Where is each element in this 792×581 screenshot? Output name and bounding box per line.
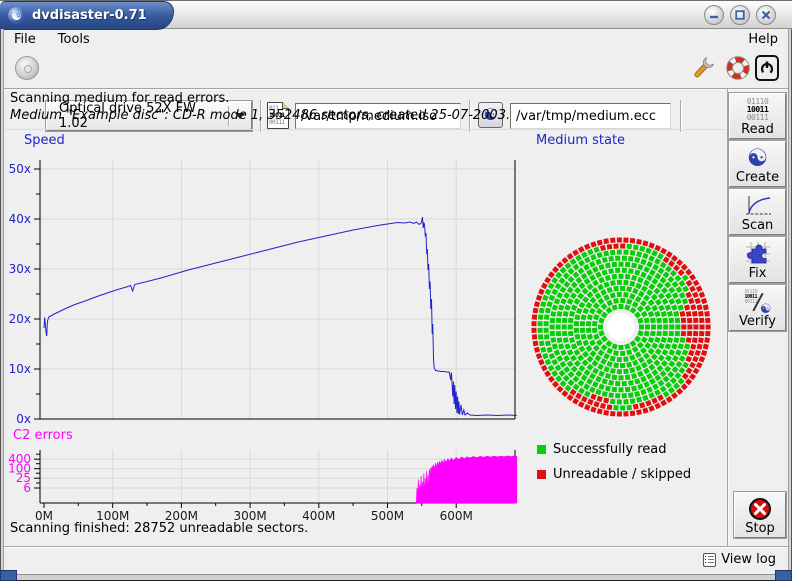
status-line-1: Scanning medium for read errors. [10, 91, 229, 106]
toolbar-separator [680, 100, 681, 132]
legend-label-good: Successfully read [553, 442, 666, 457]
svg-text:40x: 40x [9, 212, 31, 226]
speed-and-c2-charts: 0x10x20x30x40x50x6251004000M100M200M300M… [0, 130, 530, 530]
window-frame-bottom [0, 574, 792, 581]
bottom-statusbar: View log [4, 546, 788, 573]
help-button[interactable] [723, 53, 753, 83]
legend-swatch-bad [537, 470, 546, 479]
read-label: Read [741, 122, 774, 137]
close-button[interactable] [756, 5, 776, 25]
toolbar: Optical drive 52X FW 1.02 011 10011 0011… [4, 48, 788, 89]
scan-icon [744, 194, 772, 218]
wrench-icon [690, 54, 716, 82]
log-list-icon [703, 553, 716, 567]
window-corner-left [0, 570, 17, 581]
menu-help[interactable]: Help [746, 31, 780, 48]
lifebuoy-icon [725, 55, 751, 81]
minimize-button[interactable] [704, 5, 724, 25]
menu-file[interactable]: File [12, 31, 38, 48]
disc-legend: Successfully read Unreadable / skipped [537, 441, 691, 482]
quit-button[interactable] [754, 53, 780, 83]
verify-button[interactable]: 01110 10011 00111 ☯ Verify [729, 285, 786, 331]
drive-icon-button[interactable] [12, 53, 42, 83]
app-window: ☯ dvdisaster-0.71 File Tools Help Optica… [0, 0, 792, 581]
svg-text:20x: 20x [9, 312, 31, 326]
legend-label-bad: Unreadable / skipped [553, 467, 691, 482]
stop-label: Stop [745, 521, 775, 536]
read-button[interactable]: 01110 10011 00111 Read [729, 93, 786, 139]
window-title: dvdisaster-0.71 [32, 8, 147, 23]
sidebar-separator [727, 89, 728, 546]
maximize-button[interactable] [730, 5, 750, 25]
fix-label: Fix [749, 266, 767, 281]
menu-tools[interactable]: Tools [56, 31, 92, 48]
scan-label: Scan [742, 218, 774, 233]
menubar: File Tools Help [4, 30, 788, 48]
svg-text:50x: 50x [9, 162, 31, 176]
svg-text:30x: 30x [9, 262, 31, 276]
svg-text:400: 400 [8, 452, 31, 466]
stop-icon [748, 497, 772, 521]
titlebar-tab: ☯ dvdisaster-0.71 [0, 1, 174, 30]
medium-state-disc [520, 150, 730, 440]
view-log-button[interactable]: View log [703, 552, 776, 567]
verify-icon: 01110 10011 00111 ☯ [745, 290, 771, 314]
ecc-path-input[interactable] [510, 103, 671, 129]
create-icon: ☯ [747, 146, 769, 170]
view-log-label: View log [721, 552, 776, 567]
window-frame-left [0, 29, 4, 574]
legend-swatch-good [537, 445, 546, 454]
svg-text:500M: 500M [371, 509, 404, 523]
window-frame-right [788, 29, 792, 574]
yinyang-icon: ☯ [760, 303, 772, 316]
fix-icon [744, 240, 772, 266]
svg-text:0x: 0x [16, 412, 31, 426]
scan-button[interactable]: Scan [729, 189, 786, 235]
titlebar: ☯ dvdisaster-0.71 [0, 0, 792, 29]
create-label: Create [736, 170, 779, 185]
legend-item-good: Successfully read [537, 441, 691, 457]
svg-text:600M: 600M [440, 509, 473, 523]
status-line-2: Medium "Example disc": CD-R mode 1, 3524… [10, 108, 510, 123]
legend-item-bad: Unreadable / skipped [537, 466, 691, 482]
fix-button[interactable]: Fix [729, 237, 786, 283]
optical-disc-icon [15, 56, 39, 80]
svg-text:10x: 10x [9, 362, 31, 376]
app-icon: ☯ [8, 7, 25, 24]
medium-state-title: Medium state [536, 133, 625, 148]
read-icon: 01110 10011 00111 [747, 98, 769, 122]
window-corner-right [775, 570, 792, 581]
stop-button[interactable]: Stop [734, 492, 786, 538]
preferences-button[interactable] [689, 53, 717, 83]
scan-result-text: Scanning finished: 28752 unreadable sect… [10, 521, 308, 536]
power-icon [755, 55, 779, 81]
create-button[interactable]: ☯ Create [729, 141, 786, 187]
